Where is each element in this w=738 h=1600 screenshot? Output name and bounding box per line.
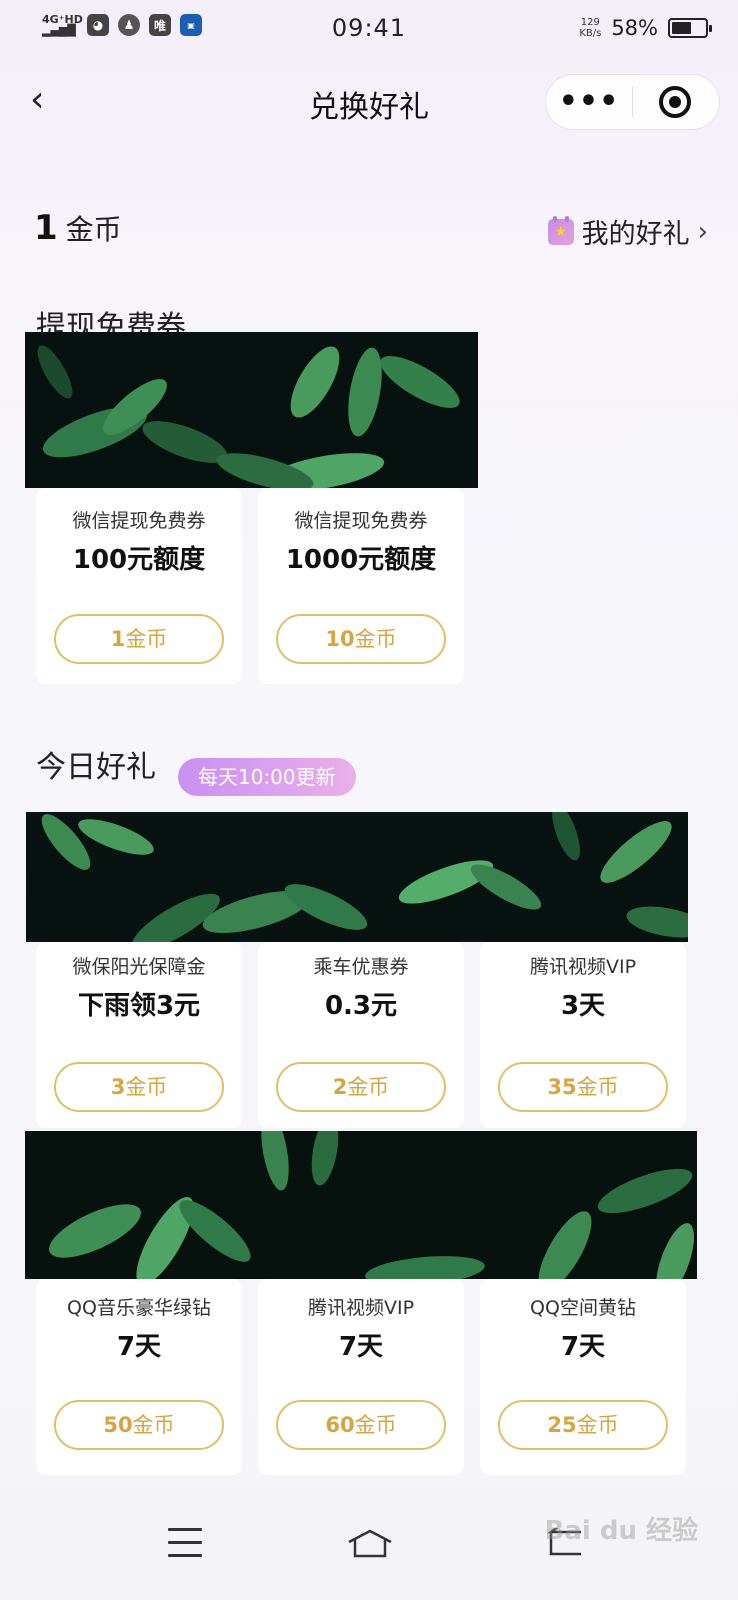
redeem-button[interactable]: 10金币 <box>276 614 446 664</box>
coin-balance: 1 金币 <box>34 208 122 248</box>
chevron-right-icon: › <box>697 216 708 247</box>
card-name: 腾讯视频VIP <box>307 1297 415 1319</box>
redeem-button[interactable]: 25金币 <box>498 1400 668 1450</box>
miniprogram-capsule: ••• <box>545 74 720 130</box>
gift-card[interactable]: 微信提现免费券 100元额度 1金币 <box>36 488 242 684</box>
more-dots-icon[interactable]: ••• <box>546 87 632 117</box>
redeem-button[interactable]: 60金币 <box>276 1400 446 1450</box>
leaf-banner-3 <box>25 1131 697 1279</box>
card-name: 微信提现免费券 <box>72 510 206 532</box>
card-value: 0.3元 <box>324 991 398 1021</box>
gift-card[interactable]: 微保阳光保障金 下雨领3元 3金币 <box>36 942 242 1128</box>
redeem-button[interactable]: 3金币 <box>54 1062 224 1112</box>
card-value: 7天 <box>338 1332 384 1362</box>
redeem-button[interactable]: 35金币 <box>498 1062 668 1112</box>
redeem-button[interactable]: 2金币 <box>276 1062 446 1112</box>
battery-level <box>672 22 691 34</box>
card-name: 腾讯视频VIP <box>529 956 637 978</box>
battery-icon <box>668 18 712 38</box>
gift-card[interactable]: 腾讯视频VIP 3天 35金币 <box>480 942 686 1128</box>
coin-unit: 金币 <box>65 213 122 246</box>
card-name: QQ音乐豪华绿钻 <box>67 1297 211 1319</box>
status-bar: 4G⁺HD ▂▄▆█ ◕ ♟ 唯 ▣ 09:41 129 KB/s 58% <box>0 0 738 60</box>
network-speed: 129 KB/s <box>579 17 602 39</box>
home-icon[interactable] <box>346 1528 394 1558</box>
gift-card[interactable]: 腾讯视频VIP 7天 60金币 <box>258 1279 464 1475</box>
card-value: 100元额度 <box>72 545 206 575</box>
card-value: 下雨领3元 <box>77 991 201 1021</box>
card-name: 乘车优惠券 <box>313 956 409 978</box>
my-gifts-link[interactable]: ★ 我的好礼 › <box>547 212 708 251</box>
status-right: 129 KB/s 58% <box>579 16 712 40</box>
card-name: QQ空间黄钻 <box>530 1297 636 1319</box>
capsule-divider <box>632 87 633 117</box>
watermark: Bai du 经验 <box>544 1516 699 1546</box>
card-value: 1000元额度 <box>285 545 437 575</box>
section-title-today: 今日好礼 <box>36 750 156 785</box>
redeem-button[interactable]: 1金币 <box>54 614 224 664</box>
leaf-banner-2 <box>26 812 688 942</box>
gift-card[interactable]: 微信提现免费券 1000元额度 10金币 <box>258 488 464 684</box>
menu-icon[interactable] <box>168 1528 202 1567</box>
target-icon[interactable] <box>659 86 691 118</box>
calendar-gift-icon: ★ <box>547 215 574 245</box>
leaf-banner-1 <box>25 332 478 488</box>
redeem-button[interactable]: 50金币 <box>54 1400 224 1450</box>
update-badge: 每天10:00更新 <box>178 758 356 796</box>
card-name: 微信提现免费券 <box>294 510 428 532</box>
card-value: 7天 <box>116 1332 162 1362</box>
gift-card[interactable]: QQ音乐豪华绿钻 7天 50金币 <box>36 1279 242 1475</box>
gift-card[interactable]: 乘车优惠券 0.3元 2金币 <box>258 942 464 1128</box>
coin-count: 1 <box>34 208 58 248</box>
my-gifts-label: 我的好礼 <box>581 219 690 250</box>
battery-percent: 58% <box>611 16 658 40</box>
card-value: 7天 <box>560 1332 606 1362</box>
card-value: 3天 <box>560 991 606 1021</box>
card-name: 微保阳光保障金 <box>72 956 206 978</box>
gift-card[interactable]: QQ空间黄钻 7天 25金币 <box>480 1279 686 1475</box>
